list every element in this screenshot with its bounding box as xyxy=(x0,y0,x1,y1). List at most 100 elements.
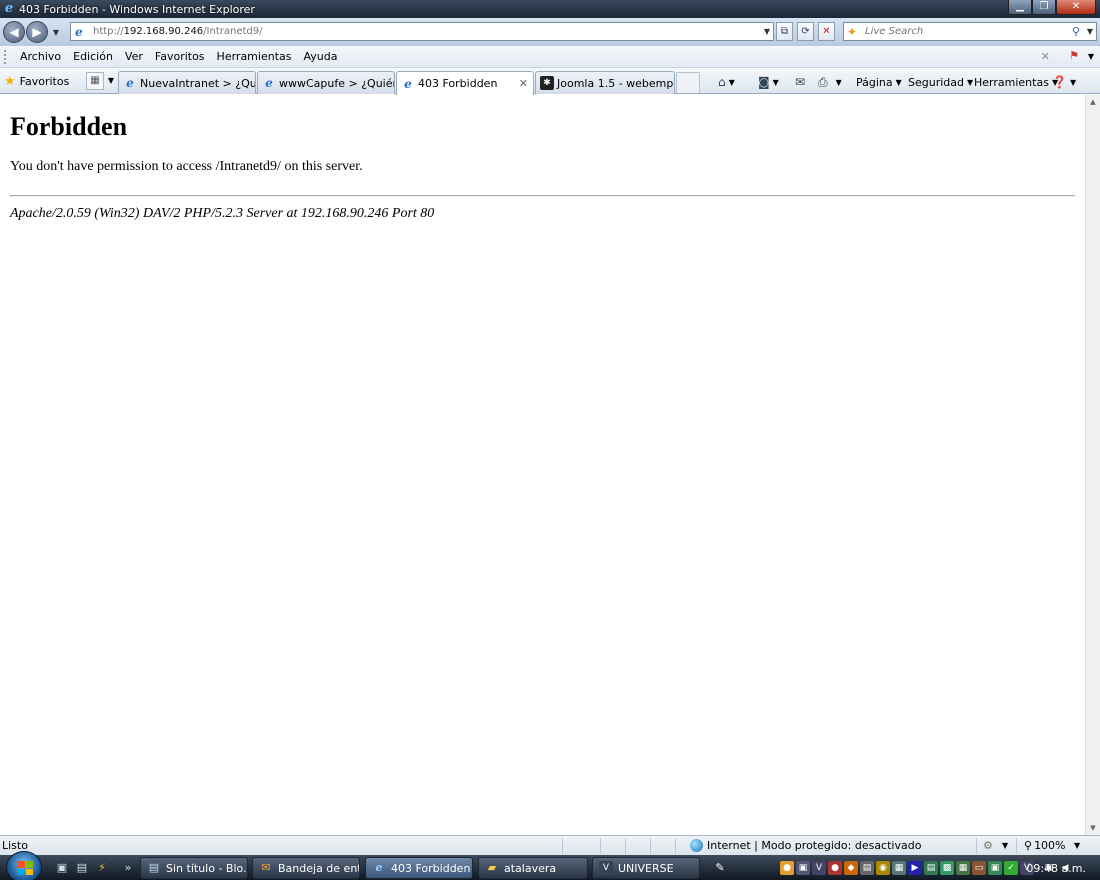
live-search-icon: ✦ xyxy=(847,24,858,39)
tab-nuevaintranet[interactable]: e NuevaIntranet > ¿Quié... xyxy=(118,71,256,94)
tray-app-icon[interactable]: ▦ xyxy=(892,861,906,875)
taskbar-item-ie[interactable]: e 403 Forbidden ... xyxy=(365,857,473,879)
tray-app-icon[interactable]: ▶ xyxy=(908,861,922,875)
maximize-button[interactable]: ❐ xyxy=(1032,0,1056,15)
menu-herramientas[interactable]: Herramientas xyxy=(211,47,298,67)
quicklaunch-more-icon[interactable]: » xyxy=(120,860,136,876)
tab-bar: ★ Favoritos ▦ ▼ e NuevaIntranet > ¿Quié.… xyxy=(0,68,1100,95)
address-url[interactable]: http://192.168.90.246/Intranetd9/ xyxy=(93,26,262,37)
add-on-dropdown[interactable]: ▼ xyxy=(1002,841,1008,850)
status-separator xyxy=(976,838,977,854)
tray-app-icon[interactable]: ▭ xyxy=(972,861,986,875)
menu-edicion[interactable]: Edición xyxy=(67,47,119,67)
taskbar-item-universe[interactable]: V UNIVERSE xyxy=(592,857,700,879)
print-button[interactable]: ⎙ ▼ xyxy=(818,72,842,92)
menu-favoritos[interactable]: Favoritos xyxy=(149,47,211,67)
tab-wwwcapufe[interactable]: e wwwCapufe > ¿Quiéne... xyxy=(257,71,395,94)
mail-button[interactable]: ✉ xyxy=(795,72,805,92)
tray-app-icon[interactable]: V xyxy=(812,861,826,875)
switch-windows-icon[interactable]: ▤ xyxy=(74,860,90,876)
zoom-control[interactable]: ⚲ 100% xyxy=(1024,839,1066,852)
globe-icon xyxy=(690,839,703,852)
tray-app-icon[interactable]: ▤ xyxy=(924,861,938,875)
tray-app-icon[interactable]: ▩ xyxy=(940,861,954,875)
tray-app-icon[interactable]: ◆ xyxy=(844,861,858,875)
show-desktop-icon[interactable]: ▣ xyxy=(54,860,70,876)
taskbar-item-folder[interactable]: ▰ atalavera xyxy=(478,857,588,879)
status-separator xyxy=(562,838,563,854)
page-heading: Forbidden xyxy=(10,112,128,141)
status-separator xyxy=(650,838,651,854)
status-separator xyxy=(675,838,676,854)
tab-list-dropdown[interactable]: ▼ xyxy=(106,72,116,90)
ie-page-icon: e xyxy=(404,76,412,91)
home-button[interactable]: ⌂ ▼ xyxy=(718,72,735,92)
tools-menu[interactable]: Herramientas ▼ xyxy=(974,72,1058,92)
new-tab-button[interactable] xyxy=(676,72,700,93)
stop-button[interactable]: ✕ xyxy=(818,22,835,41)
search-options-dropdown[interactable]: ▼ xyxy=(1087,27,1093,36)
server-signature: Apache/2.0.59 (Win32) DAV/2 PHP/5.2.3 Se… xyxy=(10,206,435,221)
minimize-button[interactable]: ▁ xyxy=(1008,0,1032,15)
tray-app-icon[interactable]: ▣ xyxy=(988,861,1002,875)
home-icon: ⌂ xyxy=(718,75,726,89)
menu-archivo[interactable]: Archivo xyxy=(14,47,67,67)
address-bar[interactable]: e http://192.168.90.246/Intranetd9/ ▼ xyxy=(70,22,774,41)
taskbar-item-notepad[interactable]: ▤ Sin título - Blo... xyxy=(140,857,248,879)
zone-label: Internet | Modo protegido: desactivado xyxy=(707,839,922,852)
search-box[interactable]: ✦ ⚲ ▼ xyxy=(843,22,1097,41)
ie-icon: e xyxy=(375,861,383,874)
back-button[interactable]: ◀ xyxy=(3,21,25,43)
star-icon: ★ xyxy=(4,73,16,89)
tab-label: 403 Forbidden xyxy=(418,77,498,90)
tab-403-forbidden[interactable]: e 403 Forbidden ✕ xyxy=(396,71,534,95)
tray-app-icon[interactable]: ✓ xyxy=(1004,861,1018,875)
taskbar-item-inbox[interactable]: ✉ Bandeja de ent... xyxy=(252,857,360,879)
help-menu[interactable]: ❓ ▼ xyxy=(1052,72,1076,92)
error-message: You don't have permission to access /Int… xyxy=(10,159,363,174)
tray-app-icon[interactable]: ▣ xyxy=(796,861,810,875)
help-icon: ❓ xyxy=(1052,75,1067,89)
menu-ayuda[interactable]: Ayuda xyxy=(297,47,343,67)
safety-menu[interactable]: Seguridad ▼ xyxy=(908,72,973,92)
close-window-button[interactable]: ✕ xyxy=(1056,0,1096,15)
menu-bar: Archivo Edición Ver Favoritos Herramient… xyxy=(0,46,1100,68)
tab-label: Joomla 1.5 - webempre... xyxy=(557,76,674,90)
recent-pages-dropdown[interactable]: ▼ xyxy=(51,28,61,37)
clock[interactable]: 09:48 a.m. xyxy=(1026,862,1086,875)
translate-dropdown[interactable]: ▼ xyxy=(1088,52,1094,61)
close-tab-icon[interactable]: ✕ xyxy=(519,77,528,90)
scroll-up-icon[interactable]: ▲ xyxy=(1086,95,1100,109)
quicklaunch-app-icon[interactable]: ⚡ xyxy=(94,860,110,876)
scroll-down-icon[interactable]: ▼ xyxy=(1086,821,1100,835)
tray-app-icon[interactable]: ● xyxy=(780,861,794,875)
page-menu[interactable]: Página ▼ xyxy=(856,72,902,92)
security-zone[interactable]: Internet | Modo protegido: desactivado xyxy=(690,839,921,852)
zoom-dropdown[interactable]: ▼ xyxy=(1074,841,1080,850)
tray-app-icon[interactable]: ▦ xyxy=(956,861,970,875)
forward-button[interactable]: ▶ xyxy=(26,21,48,43)
language-bar-icon[interactable]: ✎ xyxy=(712,860,728,876)
start-button[interactable] xyxy=(6,851,42,880)
compatibility-view-button[interactable]: ⧉ xyxy=(776,22,793,41)
tray-app-icon[interactable]: ◉ xyxy=(876,861,890,875)
quick-tabs-button[interactable]: ▦ xyxy=(86,72,104,90)
joomla-icon: ✱ xyxy=(540,76,554,90)
search-input[interactable] xyxy=(865,26,1061,37)
menu-ver[interactable]: Ver xyxy=(119,47,149,67)
add-on-icon[interactable]: ⚙ xyxy=(983,839,993,852)
vertical-scrollbar[interactable]: ▲ ▼ xyxy=(1085,95,1100,835)
tab-joomla[interactable]: ✱ Joomla 1.5 - webempre... xyxy=(535,71,675,94)
mail-app-icon: ✉ xyxy=(261,861,271,874)
status-separator xyxy=(600,838,601,854)
feeds-button[interactable]: ◙ ▼ xyxy=(758,72,779,92)
tray-app-icon[interactable]: ● xyxy=(828,861,842,875)
favorites-button[interactable]: ★ Favoritos xyxy=(4,71,69,91)
favorites-label: Favoritos xyxy=(19,74,70,88)
translate-icon[interactable]: ⚑ xyxy=(1066,49,1082,65)
refresh-button[interactable]: ⟳ xyxy=(797,22,814,41)
tray-app-icon[interactable]: ▤ xyxy=(860,861,874,875)
search-icon[interactable]: ⚲ xyxy=(1072,25,1080,38)
close-toolbar-icon[interactable]: ✕ xyxy=(1041,50,1050,63)
address-dropdown-icon[interactable]: ▼ xyxy=(764,27,770,36)
